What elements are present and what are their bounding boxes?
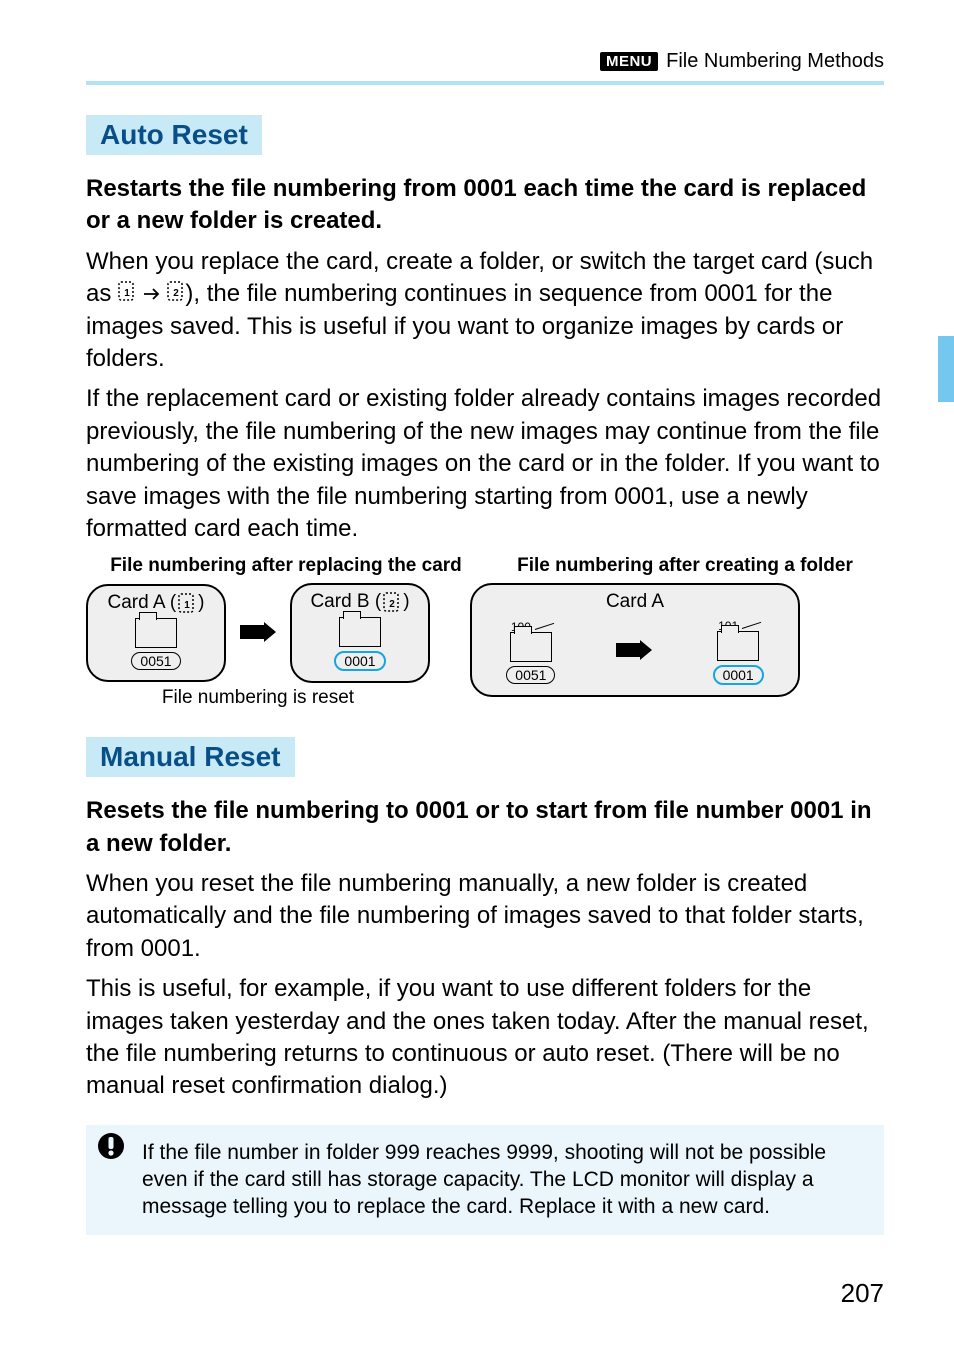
file-number: 0051 (506, 666, 555, 684)
card-a: Card A ( 1) 0051 (86, 584, 226, 682)
card-a-label-close: ) (198, 592, 204, 614)
header-rule (86, 81, 884, 85)
folder-101-block: 101 0001 (713, 617, 764, 685)
manual-reset-para2: This is useful, for example, if you want… (86, 973, 884, 1103)
auto-reset-heading: Auto Reset (86, 115, 262, 155)
card-b-label-close: ) (403, 591, 409, 613)
tab-line (535, 623, 554, 630)
svg-text:2: 2 (174, 288, 180, 299)
folder-icon (510, 632, 552, 662)
reset-caption-text: File numbering is reset (162, 687, 354, 708)
arrow-icon (614, 635, 654, 667)
folder-icon (135, 618, 177, 648)
card1-icon: 1 (178, 593, 196, 613)
auto-reset-para2: If the replacement card or existing fold… (86, 383, 884, 545)
auto-reset-para1: When you replace the card, create a fold… (86, 246, 884, 376)
folder-icon (717, 631, 759, 661)
header-title: File Numbering Methods (666, 50, 884, 73)
arrow-icon (143, 280, 161, 307)
auto-reset-intro: Restarts the file numbering from 0001 ea… (86, 173, 884, 238)
folder-icon-block: 0051 (98, 618, 214, 670)
card1-icon: 1 (118, 281, 136, 301)
page-header: MENU File Numbering Methods (86, 50, 884, 73)
file-number: 0051 (131, 652, 180, 670)
note-text: If the file number in folder 999 reaches… (142, 1141, 826, 1219)
svg-text:1: 1 (184, 600, 190, 611)
diagram-title-right: File numbering after creating a folder (486, 555, 884, 577)
card-a-wide: Card A 100 0051 (470, 583, 800, 697)
card2-icon: 2 (383, 592, 401, 612)
reset-caption: File numbering is reset (162, 687, 354, 709)
card2-icon: 2 (167, 281, 185, 301)
tab-line (742, 622, 761, 629)
diagram-title-left: File numbering after replacing the card (86, 555, 486, 577)
manual-reset-para1: When you reset the file numbering manual… (86, 868, 884, 965)
card-b: Card B ( 2) 0001 (290, 583, 430, 683)
folder-100-block: 100 0051 (506, 618, 555, 684)
diagram-right: Card A 100 0051 (470, 583, 800, 709)
card-a2-label: Card A (482, 591, 788, 613)
manual-reset-intro: Resets the file numbering to 0001 or to … (86, 795, 884, 860)
file-number-reset: 0001 (713, 665, 764, 685)
card-b-label: Card B ( (310, 591, 381, 613)
auto-reset-para1-b: ), the file numbering continues in seque… (86, 280, 843, 372)
warning-icon (96, 1131, 126, 1161)
menu-badge: MENU (600, 52, 658, 71)
folder-icon (339, 617, 381, 647)
diagram-left: Card A ( 1) 0051 Card B ( 2) (86, 583, 430, 709)
file-number-reset: 0001 (334, 651, 385, 671)
side-tab-marker (938, 336, 954, 402)
arrow-icon (238, 617, 278, 649)
manual-reset-heading: Manual Reset (86, 737, 295, 777)
note-box: If the file number in folder 999 reaches… (86, 1125, 884, 1235)
folder-icon-block: 0001 (302, 617, 418, 671)
page-number: 207 (841, 1278, 884, 1309)
card-a-label: Card A ( (108, 592, 177, 614)
svg-text:1: 1 (124, 288, 130, 299)
svg-text:2: 2 (389, 599, 395, 610)
